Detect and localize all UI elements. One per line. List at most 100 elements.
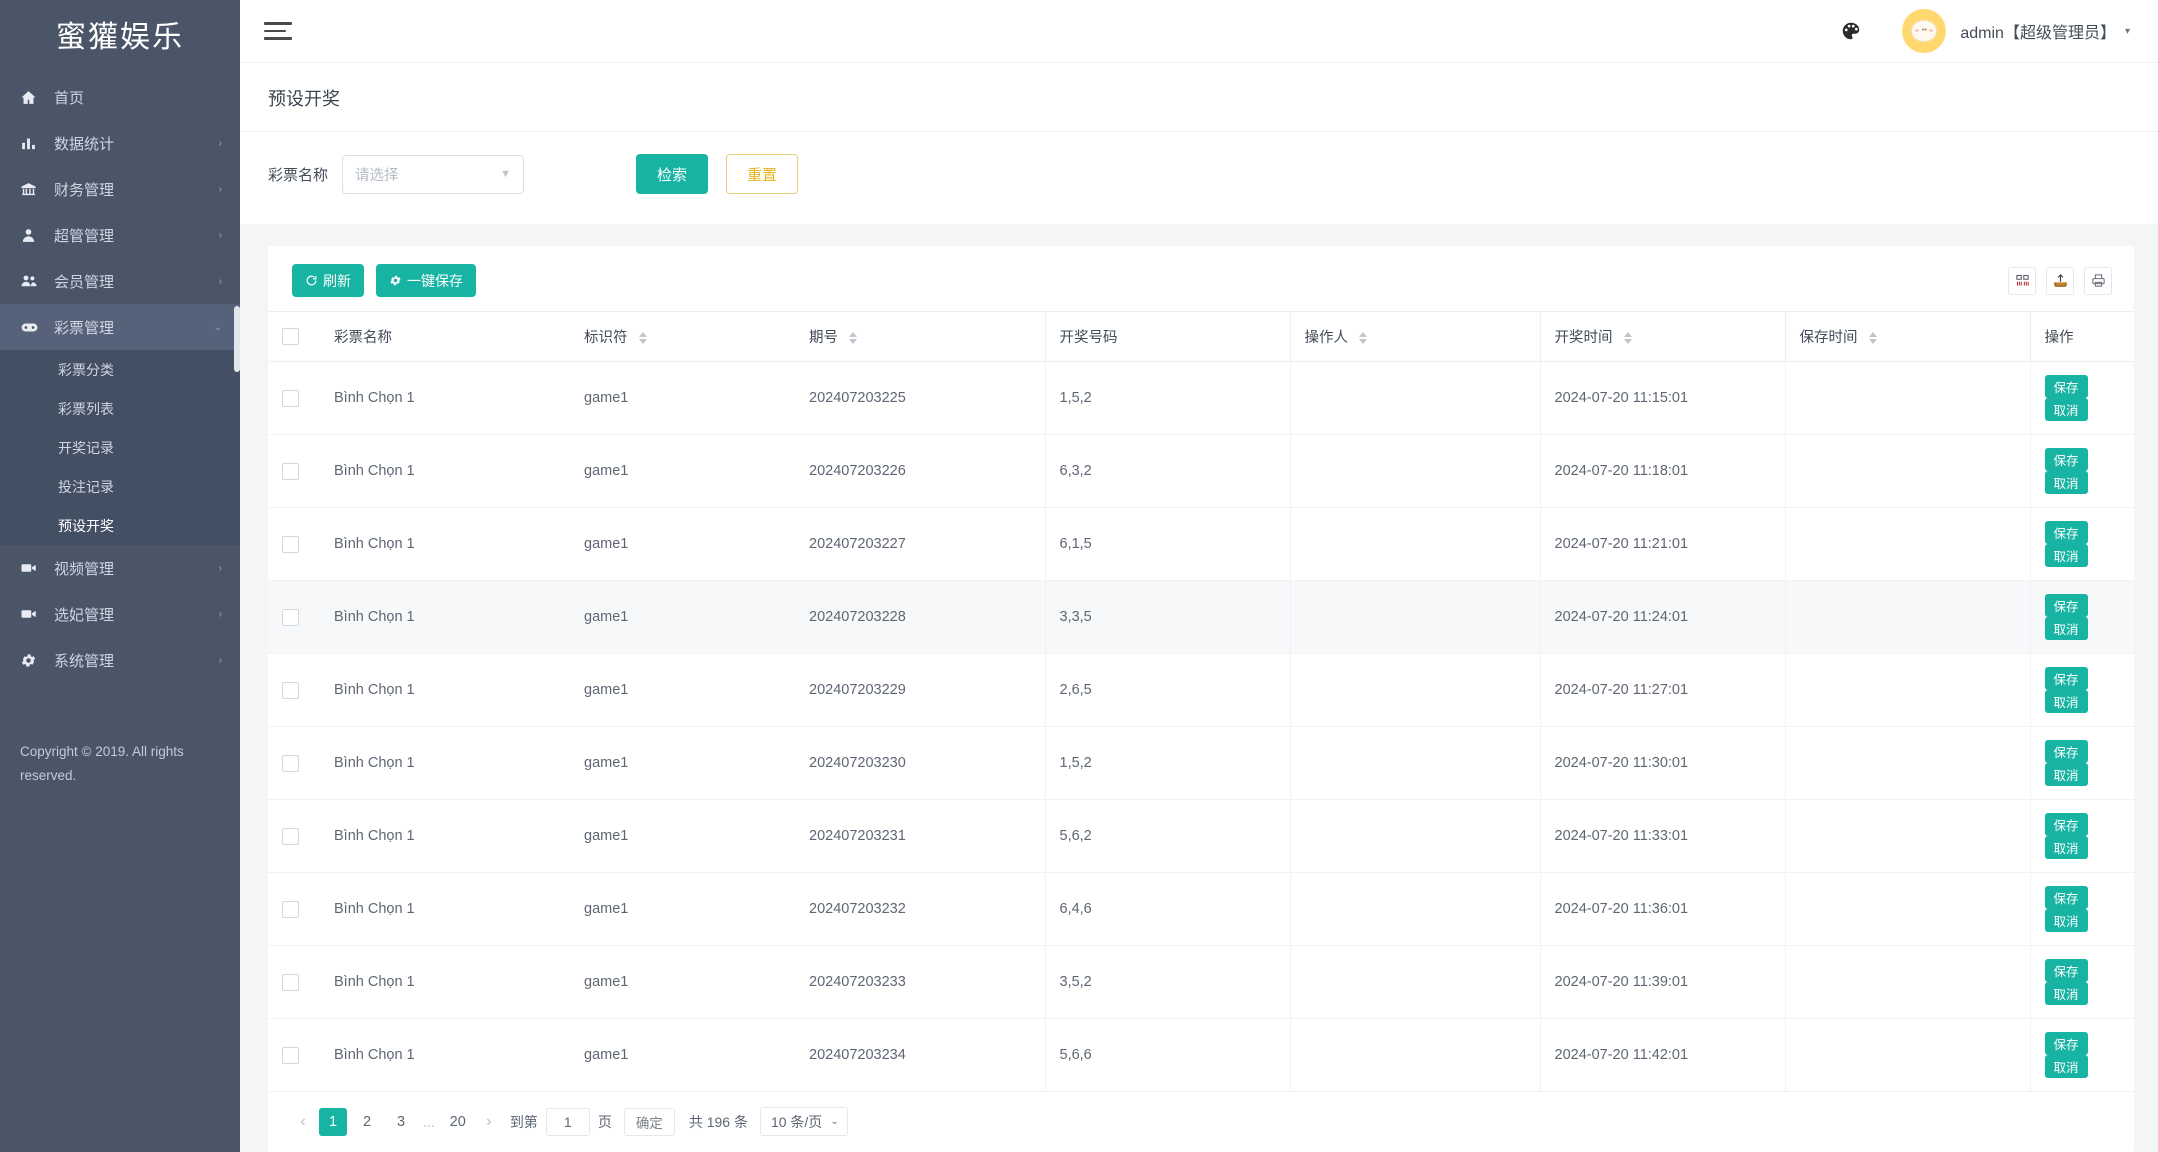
row-checkbox[interactable]: [282, 974, 299, 991]
palette-icon[interactable]: [1840, 20, 1862, 42]
cell-name: Bình Chọn 1: [320, 946, 570, 1019]
page-button-2[interactable]: 2: [353, 1108, 381, 1136]
sidebar-item-home[interactable]: 首页: [0, 74, 240, 120]
col-header-save-time[interactable]: 保存时间: [1785, 312, 2030, 362]
goto-confirm-button[interactable]: 确定: [624, 1108, 675, 1136]
page-size-select[interactable]: 10 条/页 ⌄: [760, 1107, 848, 1136]
sort-icon[interactable]: [1624, 332, 1632, 344]
cell-actions: 保存取消: [2030, 727, 2134, 800]
sidebar-subitem-lottery-list[interactable]: 彩票列表: [0, 389, 240, 428]
hamburger-icon[interactable]: [264, 17, 292, 45]
sidebar-item-statistics[interactable]: 数据统计 ›: [0, 120, 240, 166]
row-checkbox[interactable]: [282, 390, 299, 407]
col-header-draw-time[interactable]: 开奖时间: [1540, 312, 1785, 362]
sidebar-item-finance[interactable]: 财务管理 ›: [0, 166, 240, 212]
cell-number: 6,1,5: [1045, 508, 1290, 581]
next-page-button[interactable]: ›: [476, 1109, 502, 1135]
row-cancel-button[interactable]: 取消: [2045, 690, 2088, 713]
row-checkbox[interactable]: [282, 609, 299, 626]
table-row[interactable]: Bình Chọn 1game12024072032345,6,62024-07…: [268, 1019, 2134, 1092]
columns-icon[interactable]: [2008, 267, 2036, 295]
cell-actions: 保存取消: [2030, 654, 2134, 727]
row-save-button[interactable]: 保存: [2045, 375, 2088, 398]
table-row[interactable]: Bình Chọn 1game12024072032326,4,62024-07…: [268, 873, 2134, 946]
sort-icon[interactable]: [1869, 332, 1877, 344]
refresh-button[interactable]: 刷新: [292, 264, 364, 297]
row-cancel-button[interactable]: 取消: [2045, 763, 2088, 786]
sidebar-item-video[interactable]: 视频管理 ›: [0, 545, 240, 591]
row-cancel-button[interactable]: 取消: [2045, 982, 2088, 1005]
sidebar-subitem-bet-records[interactable]: 投注记录: [0, 467, 240, 506]
col-header-operator[interactable]: 操作人: [1290, 312, 1540, 362]
col-header-flag[interactable]: 标识符: [570, 312, 795, 362]
row-save-button[interactable]: 保存: [2045, 740, 2088, 763]
row-save-button[interactable]: 保存: [2045, 521, 2088, 544]
cell-name: Bình Chọn 1: [320, 800, 570, 873]
cell-draw-time: 2024-07-20 11:21:01: [1540, 508, 1785, 581]
sidebar-item-lottery[interactable]: 彩票管理 ⌄: [0, 304, 240, 350]
row-checkbox[interactable]: [282, 1047, 299, 1064]
row-cancel-button[interactable]: 取消: [2045, 909, 2088, 932]
row-save-button[interactable]: 保存: [2045, 667, 2088, 690]
goto-page-input[interactable]: [546, 1108, 590, 1136]
table-row[interactable]: Bình Chọn 1game12024072032315,6,22024-07…: [268, 800, 2134, 873]
table-row[interactable]: Bình Chọn 1game12024072032283,3,52024-07…: [268, 581, 2134, 654]
sidebar-item-concubine[interactable]: 选妃管理 ›: [0, 591, 240, 637]
table-row[interactable]: Bình Chọn 1game12024072032251,5,22024-07…: [268, 362, 2134, 435]
row-cancel-button[interactable]: 取消: [2045, 836, 2088, 859]
row-checkbox[interactable]: [282, 536, 299, 553]
row-save-button[interactable]: 保存: [2045, 448, 2088, 471]
cell-operator: [1290, 946, 1540, 1019]
chevron-down-icon[interactable]: ▾: [2125, 26, 2130, 37]
page-button-last[interactable]: 20: [443, 1108, 473, 1136]
cell-draw-time: 2024-07-20 11:27:01: [1540, 654, 1785, 727]
col-header-term[interactable]: 期号: [795, 312, 1045, 362]
table-row[interactable]: Bình Chọn 1game12024072032276,1,52024-07…: [268, 508, 2134, 581]
sidebar-item-system[interactable]: 系统管理 ›: [0, 637, 240, 683]
sidebar-copyright: Copyright © 2019. All rights reserved.: [20, 740, 218, 788]
row-cancel-button[interactable]: 取消: [2045, 1055, 2088, 1078]
search-button[interactable]: 检索: [636, 154, 708, 194]
table-row[interactable]: Bình Chọn 1game12024072032333,5,22024-07…: [268, 946, 2134, 1019]
row-save-button[interactable]: 保存: [2045, 813, 2088, 836]
row-save-button[interactable]: 保存: [2045, 886, 2088, 909]
row-cancel-button[interactable]: 取消: [2045, 617, 2088, 640]
page-button-1[interactable]: 1: [319, 1108, 347, 1136]
save-all-button[interactable]: 一键保存: [376, 264, 476, 297]
reset-button[interactable]: 重置: [726, 154, 798, 194]
cell-name: Bình Chọn 1: [320, 1019, 570, 1092]
row-cancel-button[interactable]: 取消: [2045, 471, 2088, 494]
sidebar-subitem-draw-records[interactable]: 开奖记录: [0, 428, 240, 467]
table-row[interactable]: Bình Chọn 1game12024072032266,3,22024-07…: [268, 435, 2134, 508]
export-icon[interactable]: [2046, 267, 2074, 295]
print-icon[interactable]: [2084, 267, 2112, 295]
row-checkbox[interactable]: [282, 828, 299, 845]
row-checkbox[interactable]: [282, 901, 299, 918]
sidebar-subitem-lottery-category[interactable]: 彩票分类: [0, 350, 240, 389]
row-save-button[interactable]: 保存: [2045, 959, 2088, 982]
row-cancel-button[interactable]: 取消: [2045, 398, 2088, 421]
table-row[interactable]: Bình Chọn 1game12024072032301,5,22024-07…: [268, 727, 2134, 800]
row-save-button[interactable]: 保存: [2045, 1032, 2088, 1055]
sort-icon[interactable]: [1359, 332, 1367, 344]
sidebar-scrollbar[interactable]: [234, 306, 240, 372]
user-name[interactable]: admin【超级管理员】: [1960, 19, 2116, 43]
lottery-name-select[interactable]: 请选择 ▼: [342, 155, 524, 194]
sidebar-item-admin[interactable]: 超管管理 ›: [0, 212, 240, 258]
sort-icon[interactable]: [849, 332, 857, 344]
row-save-button[interactable]: 保存: [2045, 594, 2088, 617]
sort-icon[interactable]: [639, 332, 647, 344]
row-checkbox[interactable]: [282, 755, 299, 772]
row-cancel-button[interactable]: 取消: [2045, 544, 2088, 567]
select-all-checkbox[interactable]: [282, 328, 299, 345]
avatar[interactable]: ••: [1902, 9, 1946, 53]
topbar: •• admin【超级管理员】 ▾: [240, 0, 2158, 63]
prev-page-button[interactable]: ‹: [290, 1109, 316, 1135]
table-row[interactable]: Bình Chọn 1game12024072032292,6,52024-07…: [268, 654, 2134, 727]
row-checkbox[interactable]: [282, 682, 299, 699]
sidebar-subitem-preset-draw[interactable]: 预设开奖: [0, 506, 240, 545]
row-checkbox[interactable]: [282, 463, 299, 480]
sidebar-item-members[interactable]: 会员管理 ›: [0, 258, 240, 304]
page-button-3[interactable]: 3: [387, 1108, 415, 1136]
gear-icon: [389, 274, 402, 287]
